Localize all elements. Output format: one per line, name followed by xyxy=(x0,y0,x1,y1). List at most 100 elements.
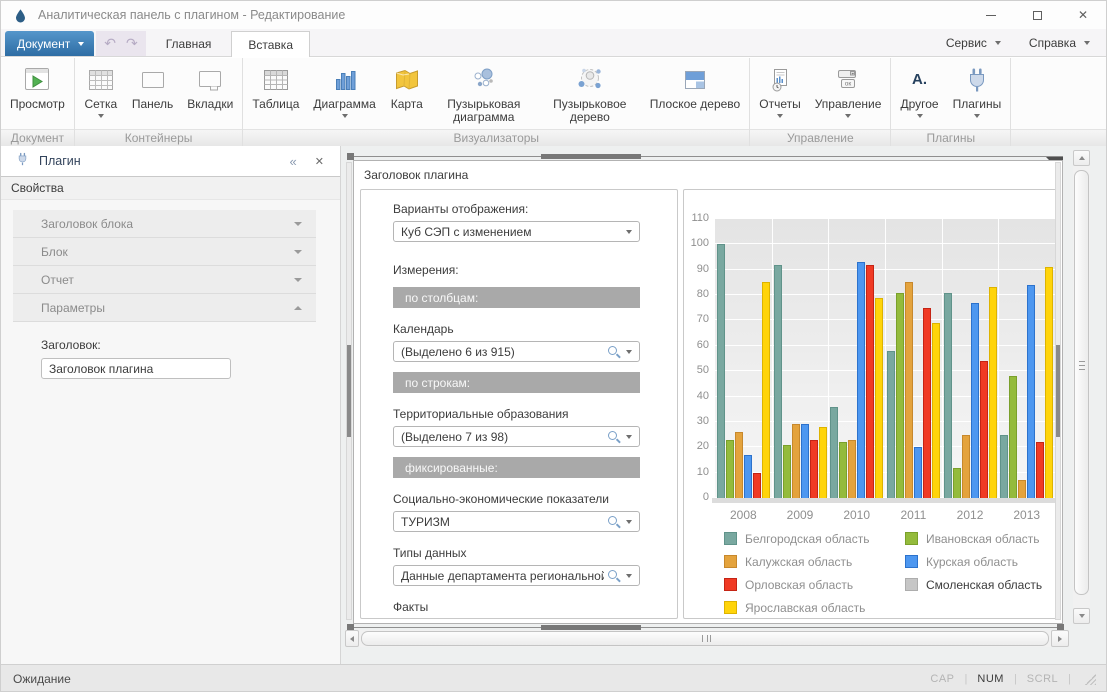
resize-grip-icon[interactable] xyxy=(1085,674,1096,685)
field-band: по строкам: xyxy=(393,372,640,393)
field-band: по столбцам: xyxy=(393,287,640,308)
ribbon-group-label: Управление xyxy=(750,129,890,146)
dropdown-field[interactable]: Данные департамента региональной эк xyxy=(393,565,640,586)
scroll-thumb[interactable] xyxy=(347,345,351,437)
preview-button[interactable]: Просмотр xyxy=(3,60,72,111)
ribbon: ПросмотрДокументСеткаПанельВкладкиКонтей… xyxy=(1,58,1106,146)
scroll-thumb[interactable] xyxy=(1074,170,1089,595)
chevron-down-icon xyxy=(995,41,1001,45)
sidebar-section[interactable]: Блок xyxy=(13,238,316,266)
title-bar: Аналитическая панель с плагином - Редакт… xyxy=(1,1,1106,29)
legend-label: Ярославская область xyxy=(745,601,865,615)
status-num: NUM xyxy=(977,673,1004,685)
tab-vstavka[interactable]: Вставка xyxy=(231,31,310,57)
legend-item[interactable]: Курская область xyxy=(905,553,1054,570)
legend-item[interactable]: Орловская область xyxy=(724,576,905,593)
legend-item[interactable]: Ярославская область xyxy=(724,599,905,616)
vertical-scrollbar[interactable] xyxy=(1073,150,1090,624)
field-label: Типы данных xyxy=(393,546,677,560)
field-label: Календарь xyxy=(393,322,677,336)
y-tick-label: 10 xyxy=(697,466,709,478)
field-band: фиксированные: xyxy=(393,457,640,478)
bar xyxy=(914,447,922,498)
bubble-tree-button[interactable]: Пузырьковое дерево xyxy=(537,60,643,124)
legend-item[interactable]: Белгородская область xyxy=(724,530,905,547)
document-menu-button[interactable]: Документ xyxy=(5,31,94,56)
help-menu[interactable]: Справка xyxy=(1029,36,1090,50)
grid-button[interactable]: Сетка xyxy=(77,60,125,118)
chevron-down-icon xyxy=(1084,41,1090,45)
preview-icon xyxy=(21,64,53,96)
dropdown-field[interactable]: (Выделено 6 из 915) xyxy=(393,341,640,362)
flat-tree-button[interactable]: Плоское дерево xyxy=(643,60,747,111)
scroll-right-button[interactable] xyxy=(1051,630,1069,647)
plugin-block[interactable]: Заголовок плагина Варианты отображения:К… xyxy=(353,160,1063,624)
dropdown-field[interactable]: (Выделено 7 из 98) xyxy=(393,426,640,447)
field-label: Факты xyxy=(393,600,677,614)
panel-icon xyxy=(137,64,169,96)
scroll-grip-icon xyxy=(702,635,711,642)
legend-label: Курская область xyxy=(926,555,1018,569)
diagram-button[interactable]: Диаграмма xyxy=(306,60,382,118)
tab-glavnaya[interactable]: Главная xyxy=(150,31,228,56)
y-tick-label: 40 xyxy=(697,390,709,402)
scroll-thumb[interactable] xyxy=(361,631,1049,646)
y-tick-label: 80 xyxy=(697,288,709,300)
scroll-thumb[interactable] xyxy=(1056,345,1060,437)
dropdown-value: ТУРИЗМ xyxy=(401,515,604,529)
selection-handle[interactable] xyxy=(541,154,641,159)
legend-swatch xyxy=(724,555,737,568)
legend-item[interactable]: Смоленская область xyxy=(905,576,1054,593)
selection-handle[interactable] xyxy=(347,153,354,160)
dropdown-field[interactable]: ТУРИЗМ xyxy=(393,511,640,532)
plugins-button[interactable]: Плагины xyxy=(946,60,1009,118)
scroll-down-button[interactable] xyxy=(1073,608,1090,624)
close-panel-button[interactable]: ✕ xyxy=(315,155,324,168)
legend-item[interactable]: Ивановская область xyxy=(905,530,1054,547)
bar xyxy=(857,262,865,498)
sidebar-section[interactable]: Заголовок блока xyxy=(13,210,316,238)
body: Плагин « ✕ Свойства Заголовок блокаБлокО… xyxy=(1,146,1106,664)
map-button[interactable]: Карта xyxy=(383,60,431,111)
status-text: Ожидание xyxy=(13,672,71,686)
service-menu[interactable]: Сервис xyxy=(946,36,1001,50)
inner-scrollbar-left[interactable] xyxy=(346,162,352,620)
bar xyxy=(1045,267,1053,498)
table-button[interactable]: Таблица xyxy=(245,60,306,111)
other-button[interactable]: А.Другое xyxy=(893,60,945,118)
sidebar-section-label: Отчет xyxy=(41,273,294,287)
tabs-button[interactable]: Вкладки xyxy=(180,60,240,111)
scroll-left-button[interactable] xyxy=(345,630,359,647)
horizontal-scrollbar[interactable] xyxy=(345,630,1069,647)
inner-scrollbar-right[interactable] xyxy=(1055,162,1061,620)
legend-swatch xyxy=(905,532,918,545)
plugin-title-input[interactable] xyxy=(41,358,231,379)
bar xyxy=(932,323,940,498)
field-label: Территориальные образования xyxy=(393,407,677,421)
scroll-grip-icon xyxy=(1079,361,1085,370)
chevron-up-icon xyxy=(1079,156,1085,160)
dropdown-value: (Выделено 7 из 98) xyxy=(401,430,604,444)
sidebar-section[interactable]: Отчет xyxy=(13,266,316,294)
minimize-icon xyxy=(986,15,996,16)
chevron-down-icon xyxy=(294,278,302,282)
bubble-chart-button[interactable]: Пузырьковая диаграмма xyxy=(431,60,537,124)
chevron-down-icon xyxy=(626,520,632,524)
undo-icon[interactable]: ↶ xyxy=(104,37,116,51)
panel-button[interactable]: Панель xyxy=(125,60,180,111)
control-button[interactable]: окУправление xyxy=(808,60,889,118)
parameter-label: Заголовок: xyxy=(41,338,340,352)
grid-icon xyxy=(85,64,117,96)
ribbon-button-label: Сетка xyxy=(85,98,118,111)
sidebar-section[interactable]: Параметры xyxy=(13,294,316,322)
minimize-button[interactable] xyxy=(968,1,1014,29)
legend-item[interactable]: Калужская область xyxy=(724,553,905,570)
ribbon-group: А.ДругоеПлагиныПлагины xyxy=(891,58,1011,146)
close-button[interactable]: ✕ xyxy=(1060,1,1106,29)
reports-button[interactable]: Отчеты xyxy=(752,60,807,118)
scroll-up-button[interactable] xyxy=(1073,150,1090,166)
collapse-panel-button[interactable]: « xyxy=(290,154,297,169)
redo-icon[interactable]: ↷ xyxy=(126,37,138,51)
maximize-button[interactable] xyxy=(1014,1,1060,29)
dropdown-field[interactable]: Куб СЭП с изменением xyxy=(393,221,640,242)
